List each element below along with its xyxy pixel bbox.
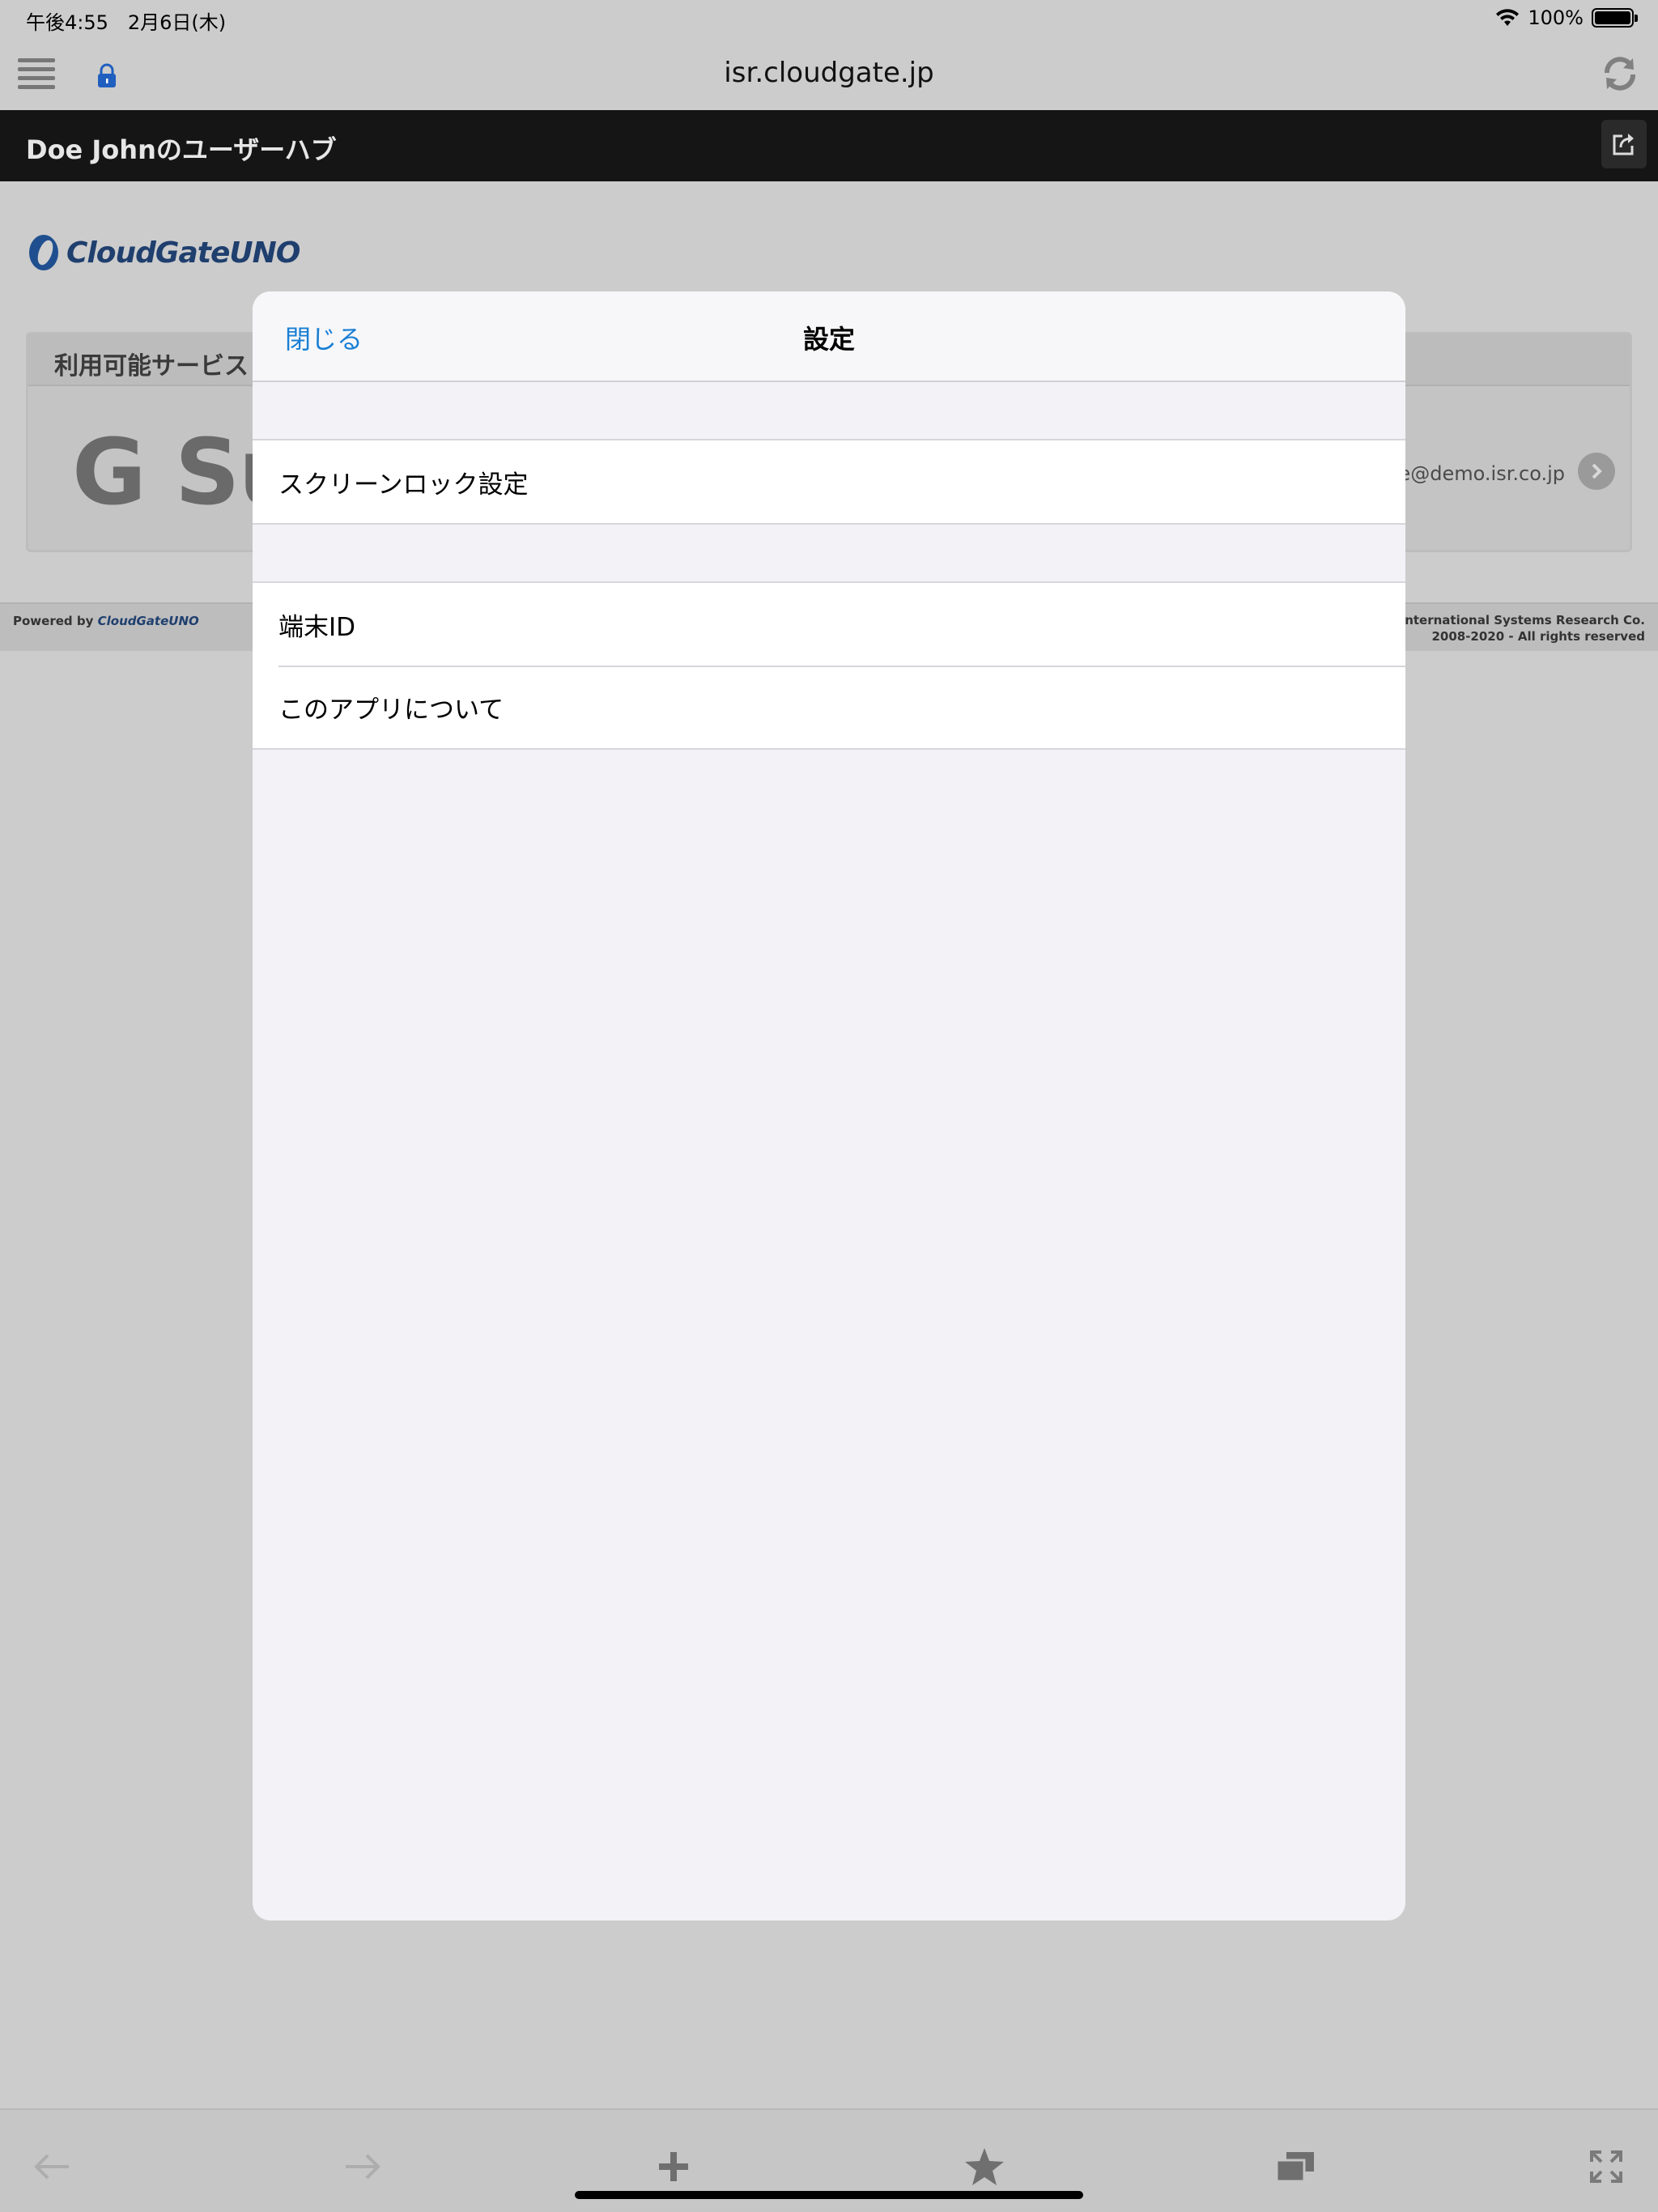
device-id-row[interactable]: 端末ID	[253, 583, 1405, 666]
settings-modal: 閉じる 設定 スクリーンロック設定 端末ID このアプリについて	[253, 291, 1405, 1921]
settings-group-lock: スクリーンロック設定	[253, 439, 1405, 525]
fullscreen-icon[interactable]	[1582, 2142, 1630, 2191]
copyright-line-1: © International Systems Research Co.	[1384, 613, 1645, 627]
wifi-icon	[1496, 9, 1520, 26]
chevron-right-icon	[1592, 463, 1602, 479]
cloudgate-logo: CloudGateUNO	[28, 233, 300, 272]
powered-by: Powered by CloudGateUNO	[13, 614, 199, 628]
service-email: oe@demo.isr.co.jp	[1386, 462, 1565, 485]
status-time: 午後4:55 2月6日(木)	[26, 11, 227, 34]
page-title: Doe Johnのユーザーハブ	[26, 134, 337, 165]
browser-bar: isr.cloudgate.jp	[0, 39, 1658, 110]
screen-lock-settings-row[interactable]: スクリーンロック設定	[253, 440, 1405, 523]
settings-group-info: 端末ID このアプリについて	[253, 581, 1405, 750]
logo-text: CloudGateUNO	[66, 236, 300, 270]
modal-nav-bar: 閉じる 設定	[253, 291, 1405, 382]
status-indicators: 100%	[1495, 6, 1638, 29]
forward-arrow-icon[interactable]	[338, 2142, 387, 2191]
powered-by-label: Powered by	[13, 614, 94, 628]
back-arrow-icon[interactable]	[28, 2142, 76, 2191]
copyright: © International Systems Research Co. 200…	[1384, 612, 1645, 644]
share-icon	[1613, 134, 1634, 155]
reload-icon[interactable]	[1600, 53, 1640, 94]
plus-icon[interactable]	[649, 2142, 698, 2191]
star-icon[interactable]	[960, 2142, 1009, 2191]
copyright-line-2: 2008-2020 - All rights reserved	[1431, 629, 1645, 644]
battery-icon	[1592, 8, 1638, 28]
cloudgate-logo-mark-icon	[29, 235, 58, 270]
modal-title: 設定	[802, 324, 855, 355]
about-app-row[interactable]: このアプリについて	[253, 666, 1405, 748]
share-button[interactable]	[1601, 120, 1647, 168]
service-open-button[interactable]	[1578, 453, 1615, 490]
url-display[interactable]: isr.cloudgate.jp	[0, 57, 1658, 89]
home-indicator[interactable]	[575, 2191, 1083, 2199]
tabs-icon[interactable]	[1271, 2142, 1320, 2191]
battery-percent: 100%	[1528, 6, 1584, 29]
powered-logo: CloudGateUNO	[97, 614, 199, 628]
status-bar: 午後4:55 2月6日(木) 100%	[0, 0, 1658, 39]
page-header: Doe Johnのユーザーハブ	[0, 110, 1658, 181]
